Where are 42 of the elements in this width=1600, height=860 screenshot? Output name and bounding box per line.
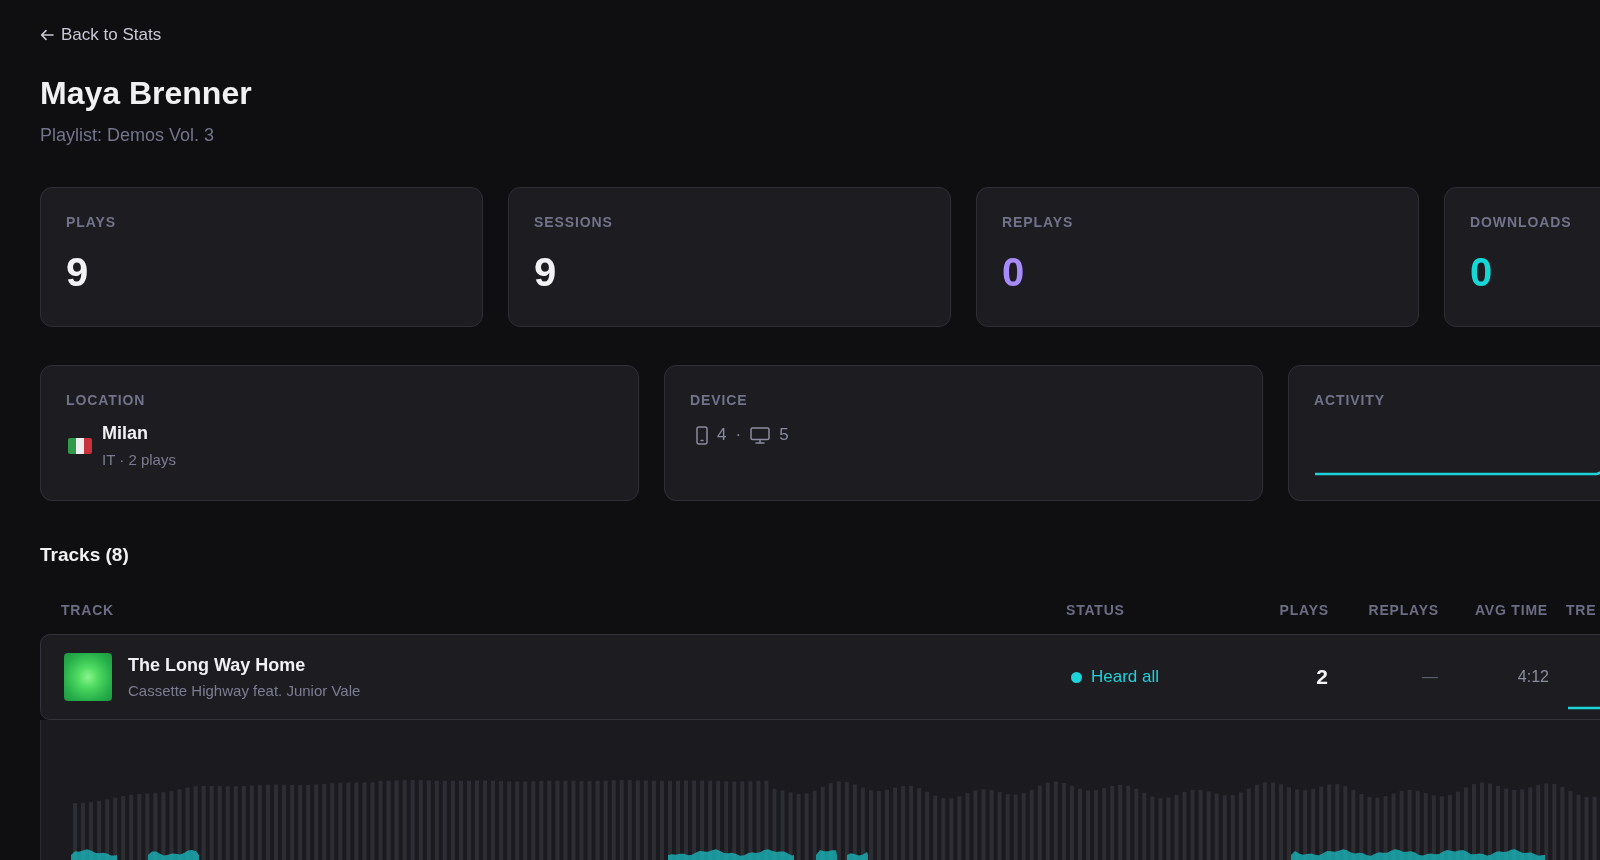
arrow-left-icon <box>40 29 54 41</box>
played-segment <box>847 852 868 860</box>
plays-count: 2 <box>1316 665 1329 688</box>
track-artist: Cassette Highway feat. Junior Vale <box>128 680 361 701</box>
stat-label: DOWNLOADS <box>1470 213 1572 231</box>
track-row[interactable]: The Long Way Home Cassette Highway feat. Junior Vale Heard all 2 — 4:12 <box>40 634 1600 720</box>
replays-count: — <box>1422 668 1439 685</box>
played-segment <box>816 849 837 860</box>
stat-value: 0 <box>1002 249 1025 295</box>
location-detail: IT · 2 plays <box>102 450 176 470</box>
device-count: 5 <box>779 424 789 446</box>
avg-time: 4:12 <box>1517 668 1549 685</box>
stat-value: 9 <box>534 249 557 295</box>
track-title: The Long Way Home <box>128 653 306 676</box>
card-label: ACTIVITY <box>1314 391 1385 409</box>
played-segment <box>148 850 199 860</box>
page-title: Maya Brenner <box>40 74 252 113</box>
stat-value: 0 <box>1470 249 1493 295</box>
column-header: TRACK <box>61 602 114 618</box>
card-label: DEVICE <box>690 391 748 409</box>
stat-label: REPLAYS <box>1002 213 1074 231</box>
location-city: Milan <box>102 422 148 444</box>
phone-icon <box>696 425 708 445</box>
italian-flag-icon <box>68 437 92 455</box>
column-header: TRE <box>1566 602 1597 618</box>
monitor-icon <box>750 426 771 444</box>
column-header: PLAYS <box>1279 602 1329 618</box>
album-art <box>64 653 112 701</box>
card-label: LOCATION <box>66 391 146 409</box>
stat-value: 9 <box>66 249 89 295</box>
column-header: REPLAYS <box>1368 602 1439 618</box>
device-count: 4 <box>717 424 727 446</box>
played-segment <box>71 849 117 860</box>
playlist-subtitle: Playlist: Demos Vol. 3 <box>40 124 215 147</box>
column-header: AVG TIME <box>1474 602 1548 618</box>
stat-label: SESSIONS <box>534 213 613 231</box>
section-title: Tracks (8) <box>40 543 129 567</box>
status-label: Heard all <box>1091 666 1160 688</box>
separator: · <box>735 424 742 446</box>
back-link[interactable]: Back to Stats <box>40 24 162 46</box>
column-header: STATUS <box>1066 602 1125 618</box>
stat-label: PLAYS <box>66 213 116 231</box>
